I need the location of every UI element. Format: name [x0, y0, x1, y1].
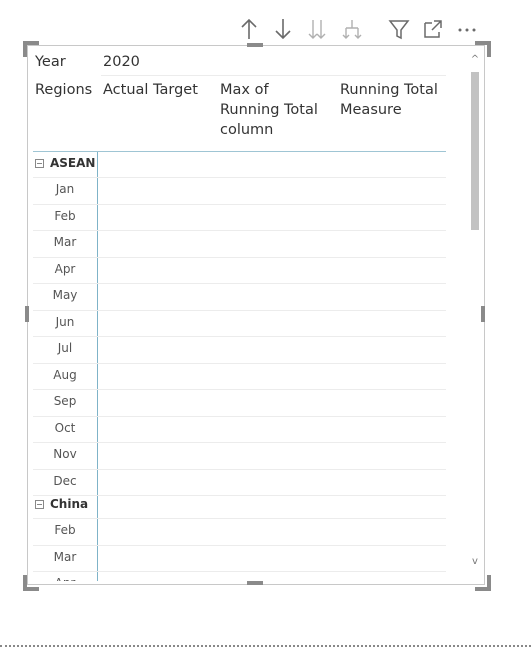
group-header-asean[interactable]: ASEAN	[35, 156, 95, 170]
row-divider	[33, 415, 446, 417]
row-divider	[33, 389, 446, 390]
row-divider	[33, 571, 446, 572]
row-divider	[33, 309, 446, 311]
row-header-month[interactable]: Jul	[33, 341, 97, 355]
row-divider	[33, 230, 446, 231]
column-header-actual-target[interactable]: Actual Target	[103, 80, 198, 100]
expand-all-down-icon[interactable]	[304, 16, 330, 42]
sort-descending-icon[interactable]	[270, 16, 296, 42]
row-divider	[33, 362, 446, 364]
scroll-down-arrow-icon[interactable]: v	[470, 557, 480, 567]
expand-hierarchy-icon[interactable]	[339, 16, 365, 42]
matrix-table: Year 2020 Regions Actual Target Max of R…	[29, 48, 446, 581]
group-header-china[interactable]: China	[35, 497, 88, 511]
focus-mode-icon[interactable]	[420, 16, 446, 42]
row-divider	[33, 544, 446, 546]
row-divider	[33, 256, 446, 258]
more-options-icon[interactable]	[454, 16, 480, 42]
resize-handle-top-right[interactable]	[475, 41, 491, 57]
year-value[interactable]: 2020	[103, 52, 140, 72]
sort-ascending-icon[interactable]	[236, 16, 262, 42]
row-divider	[33, 442, 446, 443]
collapse-icon[interactable]	[35, 158, 44, 168]
column-header-max-running-total[interactable]: Max of Running Total column	[220, 80, 330, 140]
row-header-month[interactable]: Jun	[33, 315, 97, 329]
row-header-month[interactable]: May	[33, 288, 97, 302]
page-divider	[0, 645, 531, 647]
collapse-icon[interactable]	[35, 499, 44, 509]
filter-icon[interactable]	[386, 16, 412, 42]
row-header-month[interactable]: Oct	[33, 421, 97, 435]
row-header-month[interactable]: Apr	[33, 262, 97, 276]
resize-handle-top[interactable]	[247, 43, 263, 47]
row-header-month[interactable]: Jan	[33, 182, 97, 196]
resize-handle-right[interactable]	[481, 306, 485, 322]
row-header-month[interactable]: Aug	[33, 368, 97, 382]
resize-handle-left[interactable]	[25, 306, 29, 322]
row-divider	[33, 518, 446, 519]
row-divider	[33, 177, 446, 178]
vertical-scrollbar[interactable]: ^ v	[470, 55, 480, 570]
column-header-running-total-measure[interactable]: Running Total Measure	[340, 80, 446, 120]
row-header-month[interactable]: Feb	[33, 523, 97, 537]
resize-handle-bottom-left[interactable]	[23, 575, 39, 591]
group-label: China	[50, 497, 89, 511]
row-header-month[interactable]: Mar	[33, 550, 97, 564]
row-divider	[33, 283, 446, 284]
year-label: Year	[35, 54, 66, 70]
resize-handle-top-left[interactable]	[23, 41, 39, 57]
row-divider	[33, 203, 446, 205]
row-divider	[33, 336, 446, 337]
row-header-month[interactable]: Mar	[33, 235, 97, 249]
row-header-separator	[97, 152, 98, 581]
row-header-month[interactable]: Dec	[33, 474, 97, 488]
header-divider	[33, 151, 446, 152]
row-header-month[interactable]: Nov	[33, 447, 97, 461]
visual-header-toolbar	[236, 14, 486, 44]
resize-handle-bottom-right[interactable]	[475, 575, 491, 591]
resize-handle-bottom[interactable]	[247, 581, 263, 585]
row-divider	[33, 495, 446, 496]
scrollbar-thumb[interactable]	[471, 72, 479, 230]
group-label: ASEAN	[50, 156, 96, 170]
column-header-regions[interactable]: Regions	[35, 80, 92, 100]
year-row-divider	[101, 75, 446, 76]
row-header-month[interactable]: Feb	[33, 209, 97, 223]
row-header-month[interactable]: Sep	[33, 394, 97, 408]
row-divider	[33, 468, 446, 470]
row-header-month[interactable]: Apr	[33, 576, 97, 581]
